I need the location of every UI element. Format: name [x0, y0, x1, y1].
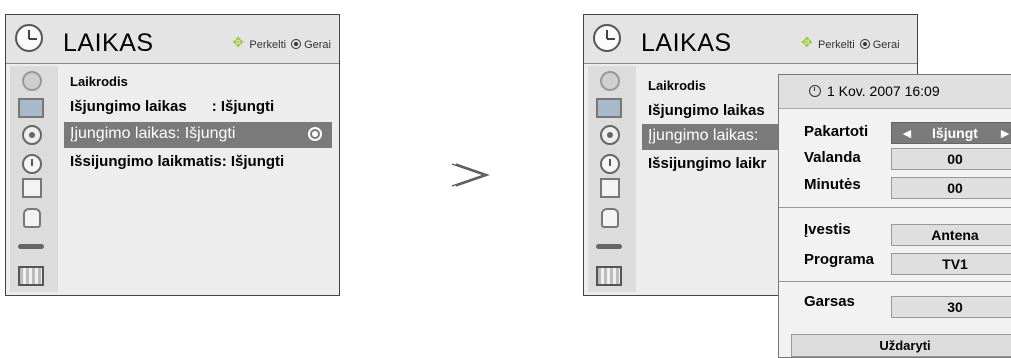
film-icon[interactable]: [18, 266, 44, 286]
menu-item-on-time[interactable]: Įjungimo laikas: Išjungti: [64, 122, 332, 148]
move-arrows-icon: [801, 34, 815, 51]
menu-item-sleep-timer[interactable]: Išsijungimo laikmatis: Išjungti: [70, 153, 284, 170]
menu-item-on-time[interactable]: Įjungimo laikas:: [642, 124, 792, 150]
move-arrows-icon: [232, 34, 246, 51]
satellite-dish-icon[interactable]: [600, 71, 620, 91]
next-step-arrow-icon: [451, 163, 490, 187]
navigation-hint: Perkelti Gerai: [232, 34, 331, 51]
plug-icon[interactable]: [596, 236, 622, 256]
minute-label: Minutės: [804, 176, 861, 193]
close-button[interactable]: Uždaryti: [791, 334, 1011, 357]
hint-ok-label: Gerai: [872, 39, 900, 51]
volume-label: Garsas: [804, 293, 855, 310]
film-icon[interactable]: [596, 266, 622, 286]
repeat-selector[interactable]: ◄ Išjungt ►: [891, 122, 1011, 144]
clock-icon[interactable]: [600, 154, 620, 174]
disc-icon[interactable]: [600, 125, 620, 145]
lock-icon[interactable]: [23, 208, 41, 228]
menu-item-off-time[interactable]: Išjungimo laikas : Išjungti: [70, 98, 274, 115]
popup-header: 1 Kov. 2007 16:09: [779, 75, 1011, 109]
tv-screen-icon[interactable]: [18, 98, 44, 118]
volume-field[interactable]: 30: [891, 296, 1011, 318]
minute-field[interactable]: 00: [891, 177, 1011, 199]
menu-item-on-time-label: Įjungimo laikas: Išjungti: [70, 125, 236, 142]
category-sidebar: [588, 66, 636, 292]
lock-icon[interactable]: [601, 208, 619, 228]
menu-item-off-time[interactable]: Išjungimo laikas: [648, 102, 765, 119]
ok-button-icon: [859, 39, 870, 49]
input-field[interactable]: Antena: [891, 224, 1011, 246]
clock-icon: [809, 85, 821, 97]
input-label: Įvestis: [804, 221, 851, 238]
clipboard-icon[interactable]: [22, 178, 42, 198]
clock-icon: [593, 24, 621, 52]
program-field[interactable]: TV1: [891, 253, 1011, 275]
navigation-hint: Perkelti Gerai: [801, 34, 900, 51]
program-label: Programa: [804, 251, 875, 268]
on-time-popup: 1 Kov. 2007 16:09 Pakartoti ◄ Išjungt ► …: [778, 74, 1011, 358]
repeat-label: Pakartoti: [804, 123, 869, 140]
current-datetime: 1 Kov. 2007 16:09: [827, 83, 940, 99]
right-arrow-icon[interactable]: ►: [998, 123, 1011, 143]
left-arrow-icon[interactable]: ◄: [900, 123, 914, 143]
time-menu-left: LAIKAS Perkelti Gerai Laikrodis Išjungimo…: [5, 14, 340, 296]
disc-icon[interactable]: [22, 125, 42, 145]
divider: [779, 281, 1011, 282]
divider: [779, 207, 1011, 208]
menu-item-sleep-timer[interactable]: Išsijungimo laikr: [648, 155, 766, 172]
clock-icon: [15, 24, 43, 52]
menu-header: LAIKAS Perkelti Gerai: [6, 15, 339, 64]
clipboard-icon[interactable]: [600, 178, 620, 198]
repeat-value: Išjungt: [932, 125, 978, 141]
menu-title: LAIKAS: [63, 29, 154, 57]
tv-screen-icon[interactable]: [596, 98, 622, 118]
hint-move-label: Perkelti: [818, 39, 855, 51]
hour-label: Valanda: [804, 149, 861, 166]
plug-icon[interactable]: [18, 236, 44, 256]
hint-ok-label: Gerai: [304, 39, 331, 51]
ok-radio-icon: [308, 127, 322, 141]
hint-move-label: Perkelti: [249, 39, 287, 51]
ok-button-icon: [291, 39, 302, 49]
category-sidebar: [10, 66, 58, 292]
menu-title: LAIKAS: [641, 29, 732, 57]
hour-field[interactable]: 00: [891, 148, 1011, 170]
clock-icon[interactable]: [22, 154, 42, 174]
menu-item-laikrodis[interactable]: Laikrodis: [70, 74, 128, 89]
menu-item-laikrodis[interactable]: Laikrodis: [648, 78, 706, 93]
satellite-dish-icon[interactable]: [22, 71, 42, 91]
menu-header: LAIKAS Perkelti Gerai: [584, 15, 917, 64]
